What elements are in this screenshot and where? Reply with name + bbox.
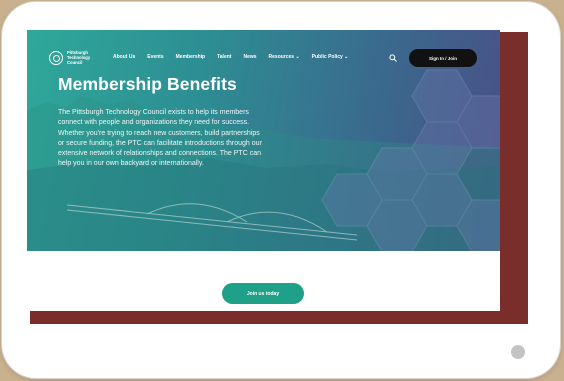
- sign-in-join-button[interactable]: Sign In / Join: [409, 49, 477, 67]
- hero-description: The Pittsburgh Technology Council exists…: [58, 109, 262, 168]
- logo-text: Pittsburgh Technology Council: [67, 50, 91, 65]
- nav-menu: About Us Events Membership Talent News R…: [113, 54, 348, 60]
- nav-item-talent[interactable]: Talent: [217, 54, 231, 60]
- nav-item-resources[interactable]: Resources ⌄: [269, 54, 300, 60]
- nav-item-news[interactable]: News: [243, 54, 256, 60]
- nav-item-membership[interactable]: Membership: [176, 54, 205, 60]
- logo-mark-icon: [49, 50, 63, 65]
- hero-banner: Pittsburgh Technology Council About Us E…: [27, 30, 500, 251]
- tablet-home-button[interactable]: [511, 345, 525, 359]
- nav-item-events[interactable]: Events: [147, 54, 163, 60]
- page-title: Membership Benefits: [58, 74, 237, 94]
- nav-item-public-policy[interactable]: Public Policy ⌄: [312, 54, 349, 60]
- join-us-button[interactable]: Join us today: [222, 283, 304, 304]
- search-icon[interactable]: [389, 54, 397, 62]
- website-screen: Pittsburgh Technology Council About Us E…: [27, 30, 500, 311]
- site-logo[interactable]: Pittsburgh Technology Council: [49, 50, 99, 65]
- site-navbar: Pittsburgh Technology Council About Us E…: [27, 48, 500, 70]
- nav-item-about-us[interactable]: About Us: [113, 54, 135, 60]
